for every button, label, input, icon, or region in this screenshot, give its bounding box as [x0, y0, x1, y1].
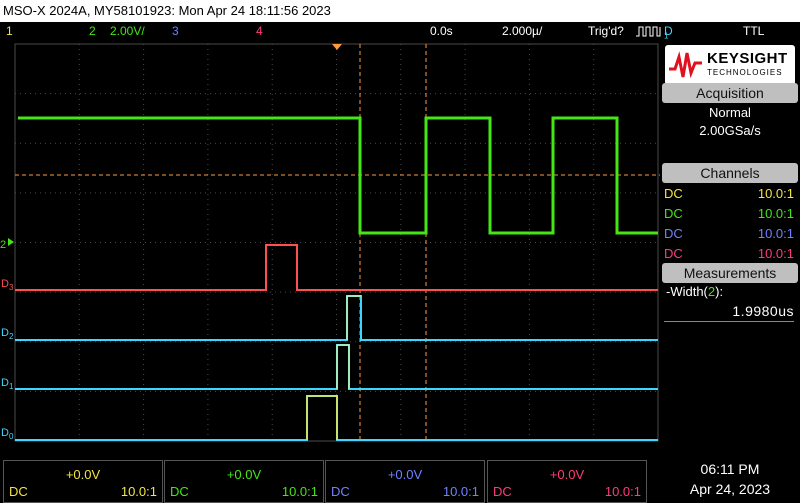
- channel-probe: 10.0:1: [757, 226, 794, 241]
- channel-probe: 10.0:1: [442, 484, 479, 499]
- channel-3-indicator[interactable]: 3: [172, 22, 179, 41]
- channel-probe: 10.0:1: [120, 484, 157, 499]
- trigger-position-marker[interactable]: [332, 44, 342, 50]
- keysight-wave-icon: [669, 51, 702, 79]
- side-panel: KEYSIGHT TECHNOLOGIES Acquisition Normal…: [660, 41, 800, 443]
- channel-coupling: DC: [9, 484, 28, 499]
- measurement-value: 1.9980us: [664, 303, 794, 322]
- acquisition-rate: 2.00GSa/s: [699, 123, 761, 138]
- channel-2-softkey[interactable]: +0.0V DC 10.0:1: [164, 460, 324, 503]
- status-bar: 1 2 2.00V/ 3 4 0.0s 2.000µ/ Trig'd? D1 T…: [0, 22, 800, 41]
- channel-coupling: DC: [170, 484, 189, 499]
- channel-2-indicator[interactable]: 2: [89, 22, 96, 41]
- channel-coupling: DC: [664, 206, 683, 221]
- measurement-label: -Width(2):: [666, 284, 724, 299]
- channel-row[interactable]: DC 10.0:1: [662, 224, 798, 244]
- brand-sub: TECHNOLOGIES: [707, 68, 783, 77]
- channel-probe: 10.0:1: [757, 246, 794, 261]
- d2-waveform: [15, 295, 658, 341]
- channel-probe: 10.0:1: [757, 206, 794, 221]
- channel-4-softkey[interactable]: +0.0V DC 10.0:1: [487, 460, 647, 503]
- measurements-header[interactable]: Measurements: [662, 263, 798, 283]
- clock: 06:11 PM Apr 24, 2023: [660, 455, 800, 503]
- time-scale: 2.000µ/: [502, 24, 543, 38]
- channel-offset: +0.0V: [387, 467, 423, 482]
- channel-3-softkey[interactable]: +0.0V DC 10.0:1: [325, 460, 485, 503]
- clock-time: 06:11 PM: [700, 461, 760, 477]
- clock-date: Apr 24, 2023: [689, 481, 771, 497]
- channels-header[interactable]: Channels: [662, 163, 798, 183]
- channel-1-indicator[interactable]: 1: [6, 22, 13, 41]
- channel-coupling: DC: [664, 186, 683, 201]
- channel-2-ground-label: 2: [0, 239, 6, 251]
- d1-pulse-highlight: [336, 344, 350, 389]
- d0-pulse-highlight: [306, 395, 338, 440]
- keysight-logo: KEYSIGHT TECHNOLOGIES: [665, 45, 795, 85]
- window-title: MSO-X 2024A, MY58101923: Mon Apr 24 18:1…: [0, 0, 800, 22]
- d3-waveform: [15, 244, 658, 291]
- channel-offset: +0.0V: [65, 467, 101, 482]
- channel-row[interactable]: DC 10.0:1: [662, 204, 798, 224]
- waveform-display[interactable]: 2 D3 D2 D1 D0: [0, 41, 660, 443]
- acquisition-header[interactable]: Acquisition: [662, 83, 798, 103]
- channel-coupling: DC: [664, 246, 683, 261]
- d2-label: D2: [1, 327, 14, 341]
- trigger-state: Trig'd?: [588, 24, 624, 38]
- channels-list: DC 10.0:1 DC 10.0:1 DC 10.0:1 DC 10.0:1: [662, 184, 798, 264]
- trigger-type: TTL: [743, 24, 765, 38]
- d0-label: D0: [1, 427, 14, 441]
- channel-1-softkey[interactable]: +0.0V DC 10.0:1: [3, 460, 163, 503]
- channel-probe: 10.0:1: [281, 484, 318, 499]
- channel-2-ground-marker[interactable]: [8, 238, 14, 246]
- channel-coupling: DC: [664, 226, 683, 241]
- d3-label: D3: [1, 278, 14, 292]
- channel-offset: +0.0V: [549, 467, 585, 482]
- acquisition-mode: Normal: [709, 105, 751, 120]
- channel-probe: 10.0:1: [757, 186, 794, 201]
- channel-coupling: DC: [493, 484, 512, 499]
- brand-name: KEYSIGHT: [707, 50, 788, 67]
- channel-2-scale: 2.00V/: [110, 24, 145, 38]
- channel-offset: +0.0V: [226, 467, 262, 482]
- channel-row[interactable]: DC 10.0:1: [662, 184, 798, 204]
- time-delay: 0.0s: [430, 24, 453, 38]
- d2-pulse-highlight: [346, 295, 361, 340]
- channel-row[interactable]: DC 10.0:1: [662, 244, 798, 264]
- channel-probe: 10.0:1: [604, 484, 641, 499]
- channel-coupling: DC: [331, 484, 350, 499]
- channel-4-indicator[interactable]: 4: [256, 22, 263, 41]
- bottom-channel-bar: +0.0V DC 10.0:1 +0.0V DC 10.0:1 +0.0V DC 10.0:1 +…: [0, 455, 800, 503]
- d1-label: D1: [1, 377, 14, 391]
